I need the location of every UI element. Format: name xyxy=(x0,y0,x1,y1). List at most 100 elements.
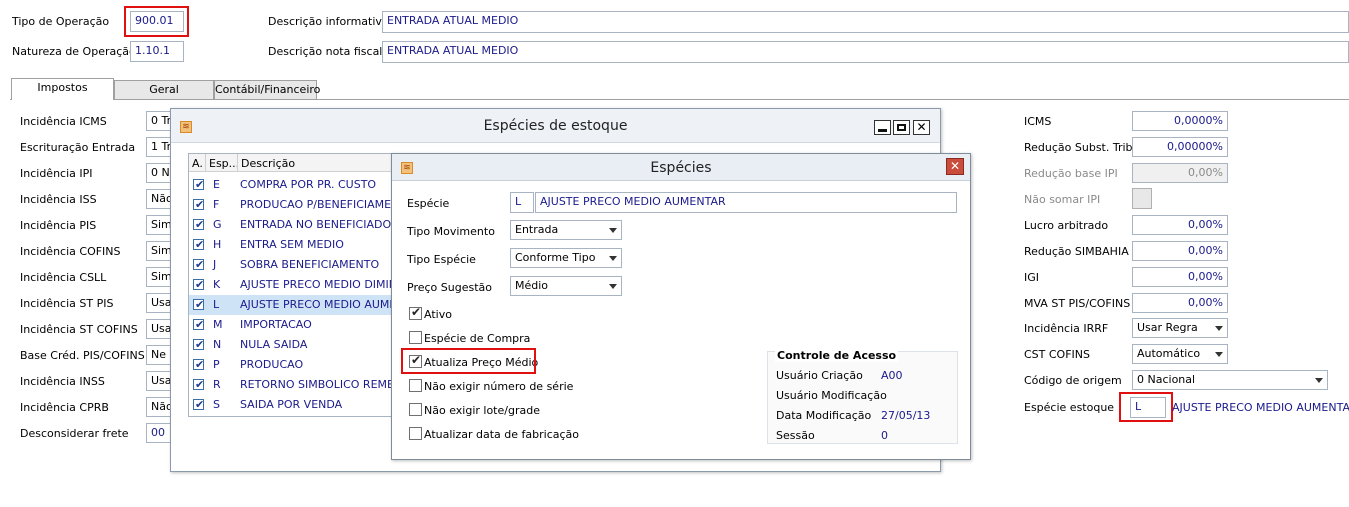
active-checkbox[interactable]: ✔ xyxy=(193,378,204,391)
especie-label: Espécie xyxy=(407,197,450,210)
reducao-subst-trib-label: Redução Subst. Trib. xyxy=(1024,141,1137,154)
left-label-6: Incidência CSLL xyxy=(20,271,107,284)
active-checkbox[interactable]: ✔ xyxy=(193,358,204,371)
close-button[interactable]: ✕ xyxy=(913,120,930,135)
preco-sugestao-label: Preço Sugestão xyxy=(407,281,492,294)
active-checkbox[interactable]: ✔ xyxy=(193,338,205,351)
descricao-informativa-label: Descrição informativa xyxy=(268,15,389,28)
especies-estoque-grid: A. Esp... Descrição ✔ E COMPRA POR PR. CUS… xyxy=(188,153,398,417)
grid-row[interactable]: ✔ M IMPORTACAO xyxy=(189,315,397,335)
tipo-operacao-label: Tipo de Operação xyxy=(12,15,110,28)
grid-row[interactable]: ✔ P PRODUCAO xyxy=(189,355,397,375)
grid-row[interactable]: ✔ E COMPRA POR PR. CUSTO xyxy=(189,175,397,195)
reducao-subst-trib-field[interactable]: 0,00000% xyxy=(1132,137,1228,157)
active-checkbox[interactable]: ✔ xyxy=(193,178,205,191)
grid-row[interactable]: ✔ K AJUSTE PRECO MEDIO DIMINUI xyxy=(189,275,397,295)
cst-cofins-value: Automático xyxy=(1137,347,1201,360)
nao-exigir-lote-checkbox[interactable] xyxy=(409,403,422,416)
active-checkbox[interactable]: ✔ xyxy=(193,398,205,411)
checkmark-icon: ✔ xyxy=(195,198,205,211)
icms-label: ICMS xyxy=(1024,115,1052,128)
atualizar-data-fabricacao-checkbox[interactable] xyxy=(409,427,422,440)
especie-description-field[interactable]: AJUSTE PRECO MEDIO AUMENTAR xyxy=(535,192,957,213)
tab-contabil-financeiro[interactable]: Contábil/Financeiro xyxy=(214,80,320,99)
active-checkbox[interactable]: ✔ xyxy=(193,278,204,291)
incidencia-irrf-select[interactable]: Usar Regra xyxy=(1132,318,1228,338)
descricao-nota-fiscal-field[interactable]: ENTRADA ATUAL MEDIO xyxy=(382,41,1349,63)
especie-compra-label: Espécie de Compra xyxy=(424,332,531,345)
checkmark-icon: ✔ xyxy=(195,318,205,331)
grid-row-description: PRODUCAO P/BENEFICIAMENTO xyxy=(240,198,398,211)
especie-compra-checkbox[interactable] xyxy=(409,331,422,344)
tipo-especie-select[interactable]: Conforme Tipo xyxy=(510,248,622,268)
grid-row-description: AJUSTE PRECO MEDIO AUMENT xyxy=(240,298,398,311)
grid-row[interactable]: ✔ J SOBRA BENEFICIAMENTO xyxy=(189,255,397,275)
tipo-movimento-label: Tipo Movimento xyxy=(407,225,495,238)
active-checkbox[interactable]: ✔ xyxy=(193,198,205,211)
minimize-button[interactable] xyxy=(874,120,891,135)
especie-estoque-label: Espécie estoque xyxy=(1024,401,1115,414)
tipo-especie-label: Tipo Espécie xyxy=(407,253,476,266)
grid-header-active[interactable]: A. xyxy=(192,157,203,170)
grid-row[interactable]: ✔ S SAIDA POR VENDA xyxy=(189,395,397,415)
maximize-button[interactable] xyxy=(893,120,910,135)
grid-row-code: F xyxy=(213,198,220,211)
grid-header-descricao[interactable]: Descrição xyxy=(241,157,295,170)
codigo-origem-select[interactable]: 0 Nacional xyxy=(1132,370,1328,390)
tipo-movimento-select[interactable]: Entrada xyxy=(510,220,622,240)
active-checkbox[interactable]: ✔ xyxy=(193,318,205,331)
icms-field[interactable]: 0,0000% xyxy=(1132,111,1228,131)
especies-estoque-titlebar: ≋ Espécies de estoque ✕ xyxy=(171,109,940,143)
nao-somar-ipi-checkbox xyxy=(1132,188,1152,209)
left-label-8: Incidência ST COFINS xyxy=(20,323,138,336)
nao-exigir-lote-label: Não exigir lote/grade xyxy=(424,404,540,417)
especie-code-field[interactable]: L xyxy=(510,192,534,213)
grid-row[interactable]: ✔ N NULA SAIDA xyxy=(189,335,397,355)
preco-sugestao-select[interactable]: Médio xyxy=(510,276,622,296)
grid-header-especie[interactable]: Esp... xyxy=(209,157,239,170)
descricao-informativa-field[interactable]: ENTRADA ATUAL MEDIO xyxy=(382,11,1349,33)
grid-row[interactable]: ✔ G ENTRADA NO BENEFICIADOR (N xyxy=(189,215,398,235)
natureza-operacao-field[interactable]: 1.10.1 xyxy=(130,41,184,62)
grid-row[interactable]: ✔ F PRODUCAO P/BENEFICIAMENTO xyxy=(189,195,398,215)
tab-geral[interactable]: Geral xyxy=(114,80,214,99)
active-checkbox[interactable]: ✔ xyxy=(193,298,205,311)
grid-row-description: NULA SAIDA xyxy=(240,338,308,351)
checkmark-icon: ✔ xyxy=(195,338,205,351)
igi-label: IGI xyxy=(1024,271,1040,284)
checkmark-icon: ✔ xyxy=(195,218,205,231)
nao-somar-ipi-label: Não somar IPI xyxy=(1024,193,1101,206)
checkmark-icon: ✔ xyxy=(195,178,205,191)
grid-row[interactable]: ✔ R RETORNO SIMBOLICO REMESSA xyxy=(189,375,397,395)
grid-row[interactable]: ✔ L AJUSTE PRECO MEDIO AUMENT xyxy=(189,295,398,315)
mva-st-pis-cofins-field[interactable]: 0,00% xyxy=(1132,293,1228,313)
grid-header: A. Esp... Descrição xyxy=(189,154,397,172)
highlight-atualiza-preco-medio xyxy=(401,348,536,374)
checkmark-icon: ✔ xyxy=(195,298,205,311)
grid-row-description: SAIDA POR VENDA xyxy=(240,398,343,411)
chevron-down-icon xyxy=(609,256,617,261)
tab-impostos[interactable]: Impostos xyxy=(11,78,114,100)
chevron-down-icon xyxy=(1315,378,1323,383)
grid-row-description: ENTRA SEM MEDIO xyxy=(240,238,344,251)
cst-cofins-label: CST COFINS xyxy=(1024,348,1090,361)
ativo-checkbox[interactable]: ✔ xyxy=(409,305,422,320)
highlight-tipo-operacao xyxy=(124,6,189,37)
active-checkbox[interactable]: ✔ xyxy=(193,238,205,251)
grid-row[interactable]: ✔ H ENTRA SEM MEDIO xyxy=(189,235,397,255)
natureza-operacao-label: Natureza de Operação xyxy=(12,45,136,58)
active-checkbox[interactable]: ✔ xyxy=(193,258,204,271)
lucro-arbitrado-label: Lucro arbitrado xyxy=(1024,219,1109,232)
grid-row-description: ENTRADA NO BENEFICIADOR (N xyxy=(240,218,398,231)
checkmark-icon: ✔ xyxy=(195,398,205,411)
cst-cofins-select[interactable]: Automático xyxy=(1132,344,1228,364)
checkmark-icon: ✔ xyxy=(195,238,205,251)
reducao-simbahia-field[interactable]: 0,00% xyxy=(1132,241,1228,261)
tipo-especie-value: Conforme Tipo xyxy=(515,251,596,264)
nao-exigir-serie-checkbox[interactable] xyxy=(409,379,422,392)
igi-field[interactable]: 0,00% xyxy=(1132,267,1228,287)
active-checkbox[interactable]: ✔ xyxy=(193,218,205,231)
highlight-especie-estoque xyxy=(1119,392,1173,422)
close-button[interactable]: ✕ xyxy=(946,158,964,175)
lucro-arbitrado-field[interactable]: 0,00% xyxy=(1132,215,1228,235)
